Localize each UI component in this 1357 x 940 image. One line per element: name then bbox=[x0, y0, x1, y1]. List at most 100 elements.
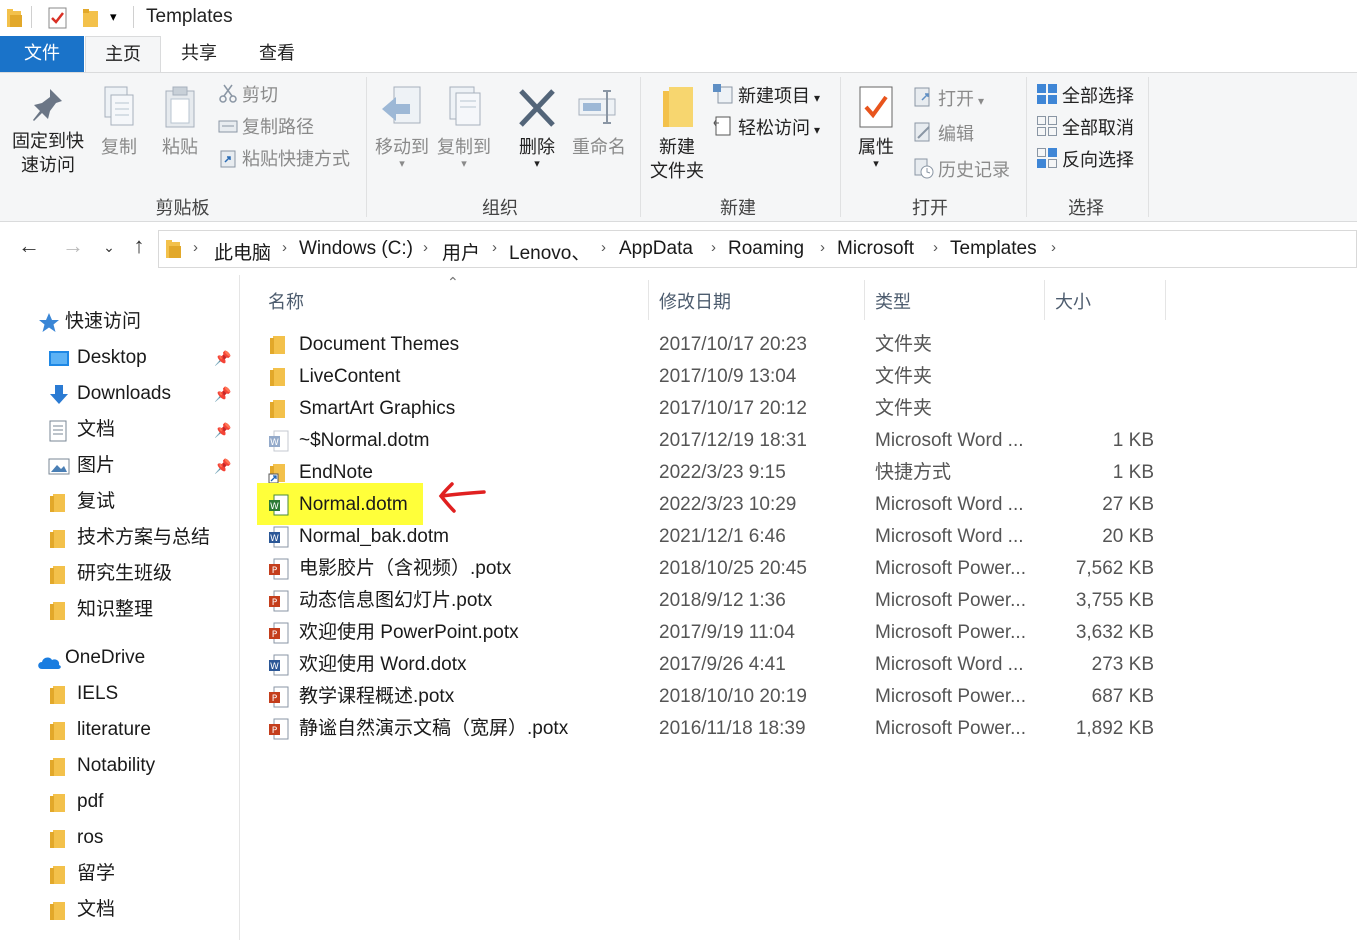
sidebar-item-pictures[interactable]: 图片 bbox=[48, 450, 115, 482]
breadcrumb-drive-c[interactable]: Windows (C:) bbox=[299, 238, 413, 260]
address-bar[interactable]: › 此电脑 › Windows (C:) › 用户 › Lenovo、 › Ap… bbox=[158, 230, 1357, 268]
sidebar-item-folder[interactable]: 文档 bbox=[48, 894, 115, 926]
edit-button[interactable]: 编辑 bbox=[912, 121, 974, 149]
rename-button[interactable]: 重命名 bbox=[568, 85, 630, 159]
folder-app-icon[interactable] bbox=[6, 7, 24, 34]
file-row[interactable]: W 欢迎使用 Word.dotx 2017/9/26 4:41 Microsof… bbox=[260, 649, 1170, 681]
sidebar-item-folder[interactable]: ros bbox=[48, 822, 103, 854]
sidebar-item-quick-access[interactable]: 快速访问 bbox=[36, 306, 141, 338]
breadcrumb-roaming[interactable]: Roaming bbox=[728, 238, 804, 260]
file-row[interactable]: P 欢迎使用 PowerPoint.potx 2017/9/19 11:04 M… bbox=[260, 617, 1170, 649]
column-header-size[interactable]: 大小 bbox=[1055, 288, 1091, 314]
history-icon bbox=[912, 157, 934, 185]
history-label: 历史记录 bbox=[938, 160, 1010, 180]
sidebar-item-label: pdf bbox=[77, 791, 104, 812]
folder-icon bbox=[48, 792, 66, 825]
column-header-type[interactable]: 类型 bbox=[875, 288, 911, 314]
navigation-bar: ← → ⌄ ↑ › 此电脑 › Windows (C:) › 用户 › Leno… bbox=[0, 223, 1357, 275]
delete-x-icon bbox=[519, 89, 555, 127]
breadcrumb-microsoft[interactable]: Microsoft bbox=[837, 238, 914, 260]
sidebar-item-label: ros bbox=[77, 827, 104, 848]
sidebar-item-label: OneDrive bbox=[65, 647, 146, 668]
file-row[interactable]: W ~$Normal.dotm 2017/12/19 18:31 Microso… bbox=[260, 425, 1170, 457]
pin-icon[interactable]: 📌 bbox=[214, 414, 231, 446]
breadcrumb-templates[interactable]: Templates bbox=[950, 238, 1037, 260]
sidebar-item-folder[interactable]: literature bbox=[48, 714, 151, 746]
tab-share[interactable]: 共享 bbox=[162, 36, 236, 72]
sidebar-item-label: 知识整理 bbox=[77, 599, 154, 620]
breadcrumb-this-pc[interactable]: 此电脑 bbox=[214, 238, 271, 265]
properties-quick-icon[interactable] bbox=[48, 7, 68, 34]
folder-icon bbox=[48, 600, 66, 633]
pin-icon[interactable]: 📌 bbox=[214, 450, 231, 482]
up-arrow-icon[interactable]: ↑ bbox=[124, 233, 154, 259]
paste-button[interactable]: 粘贴 bbox=[155, 85, 205, 159]
sidebar-item-label: Notability bbox=[77, 755, 156, 776]
pin-icon[interactable]: 📌 bbox=[214, 342, 231, 374]
tab-home[interactable]: 主页 bbox=[85, 36, 161, 73]
properties-button[interactable]: 属性 ▾ bbox=[848, 85, 904, 170]
sidebar-item-folder[interactable]: 知识整理 bbox=[48, 594, 153, 626]
history-button[interactable]: 历史记录 bbox=[912, 157, 1010, 185]
customize-dropdown-icon[interactable]: ▾ bbox=[110, 9, 117, 25]
select-none-button[interactable]: 全部取消 bbox=[1036, 115, 1134, 143]
column-header-modified[interactable]: 修改日期 bbox=[659, 288, 731, 314]
file-row[interactable]: P 动态信息图幻灯片.potx 2018/9/12 1:36 Microsoft… bbox=[260, 585, 1170, 617]
sidebar-item-folder[interactable]: IELS bbox=[48, 678, 118, 710]
new-folder-quick-icon[interactable] bbox=[82, 7, 100, 34]
file-name: LiveContent bbox=[299, 366, 401, 387]
sidebar-item-desktop[interactable]: Desktop bbox=[48, 342, 147, 374]
tab-view[interactable]: 查看 bbox=[240, 36, 314, 72]
copy-path-icon bbox=[218, 116, 238, 142]
delete-button[interactable]: 删除 ▾ bbox=[510, 85, 564, 170]
sidebar-item-folder[interactable]: 复试 bbox=[48, 486, 115, 518]
sidebar-item-folder[interactable]: 留学 bbox=[48, 858, 115, 890]
sidebar-item-onedrive[interactable]: OneDrive bbox=[36, 642, 145, 674]
sidebar-item-folder[interactable]: 技术方案与总结 bbox=[48, 522, 210, 554]
forward-arrow-icon[interactable]: → bbox=[58, 233, 88, 259]
select-all-button[interactable]: 全部选择 bbox=[1036, 83, 1134, 111]
sidebar-item-documents[interactable]: 文档 bbox=[48, 414, 115, 446]
sidebar-item-folder[interactable]: pdf bbox=[48, 786, 103, 818]
file-row[interactable]: P 教学课程概述.potx 2018/10/10 20:19 Microsoft… bbox=[260, 681, 1170, 713]
file-row[interactable]: LiveContent 2017/10/9 13:04 文件夹 bbox=[260, 361, 1170, 393]
paste-shortcut-button[interactable]: 粘贴快捷方式 bbox=[218, 147, 350, 174]
copy-button[interactable]: 复制 bbox=[94, 85, 144, 159]
recent-locations-chevron-icon[interactable]: ⌄ bbox=[94, 239, 124, 256]
file-row[interactable]: W Normal_bak.dotm 2021/12/1 6:46 Microso… bbox=[260, 521, 1170, 553]
tab-file[interactable]: 文件 bbox=[0, 36, 84, 72]
file-row[interactable]: SmartArt Graphics 2017/10/17 20:12 文件夹 bbox=[260, 393, 1170, 425]
sidebar-item-folder[interactable]: 研究生班级 bbox=[48, 558, 172, 590]
file-name: SmartArt Graphics bbox=[299, 398, 456, 419]
rename-icon bbox=[578, 90, 616, 124]
folder-icon bbox=[48, 564, 66, 597]
file-row[interactable]: Document Themes 2017/10/17 20:23 文件夹 bbox=[260, 329, 1170, 361]
file-row[interactable]: P 电影胶片（含视频）.potx 2018/10/25 20:45 Micros… bbox=[260, 553, 1170, 585]
file-size: 27 KB bbox=[1102, 494, 1154, 515]
back-arrow-icon[interactable]: ← bbox=[14, 233, 44, 259]
column-header-name[interactable]: 名称 bbox=[268, 288, 304, 314]
sidebar-item-folder[interactable]: Notability bbox=[48, 750, 155, 782]
paste-shortcut-icon bbox=[218, 148, 238, 174]
breadcrumb-appdata[interactable]: AppData bbox=[619, 238, 693, 260]
open-button[interactable]: 打开 ▾ bbox=[912, 86, 984, 114]
file-name: ~$Normal.dotm bbox=[299, 430, 430, 451]
breadcrumb-users[interactable]: 用户 bbox=[442, 238, 480, 265]
file-type: Microsoft Power... bbox=[875, 622, 1026, 643]
breadcrumb-lenovo[interactable]: Lenovo、 bbox=[509, 238, 590, 265]
file-row[interactable]: P 静谧自然演示文稿（宽屏）.potx 2016/11/18 18:39 Mic… bbox=[260, 713, 1170, 745]
file-row-highlighted[interactable]: W Normal.dotm 2022/3/23 10:29 Microsoft … bbox=[257, 483, 1170, 525]
move-to-button[interactable]: 移动到 ▾ bbox=[372, 85, 432, 170]
copy-path-button[interactable]: 复制路径 bbox=[218, 115, 314, 142]
new-item-dropdown-icon: ▾ bbox=[814, 91, 821, 105]
sidebar-item-downloads[interactable]: Downloads bbox=[48, 378, 171, 410]
new-folder-button[interactable]: 新建 文件夹 bbox=[646, 85, 708, 183]
easy-access-button[interactable]: 轻松访问 ▾ bbox=[712, 115, 820, 143]
invert-selection-button[interactable]: 反向选择 bbox=[1036, 147, 1134, 175]
copy-to-button[interactable]: 复制到 ▾ bbox=[434, 85, 494, 170]
new-item-button[interactable]: 新建项目 ▾ bbox=[712, 83, 820, 111]
pin-quick-access-button[interactable]: 固定到快 速访问 bbox=[8, 85, 88, 177]
file-date: 2017/9/19 11:04 bbox=[659, 622, 795, 643]
pin-icon[interactable]: 📌 bbox=[214, 378, 231, 410]
cut-button[interactable]: 剪切 bbox=[218, 83, 278, 110]
